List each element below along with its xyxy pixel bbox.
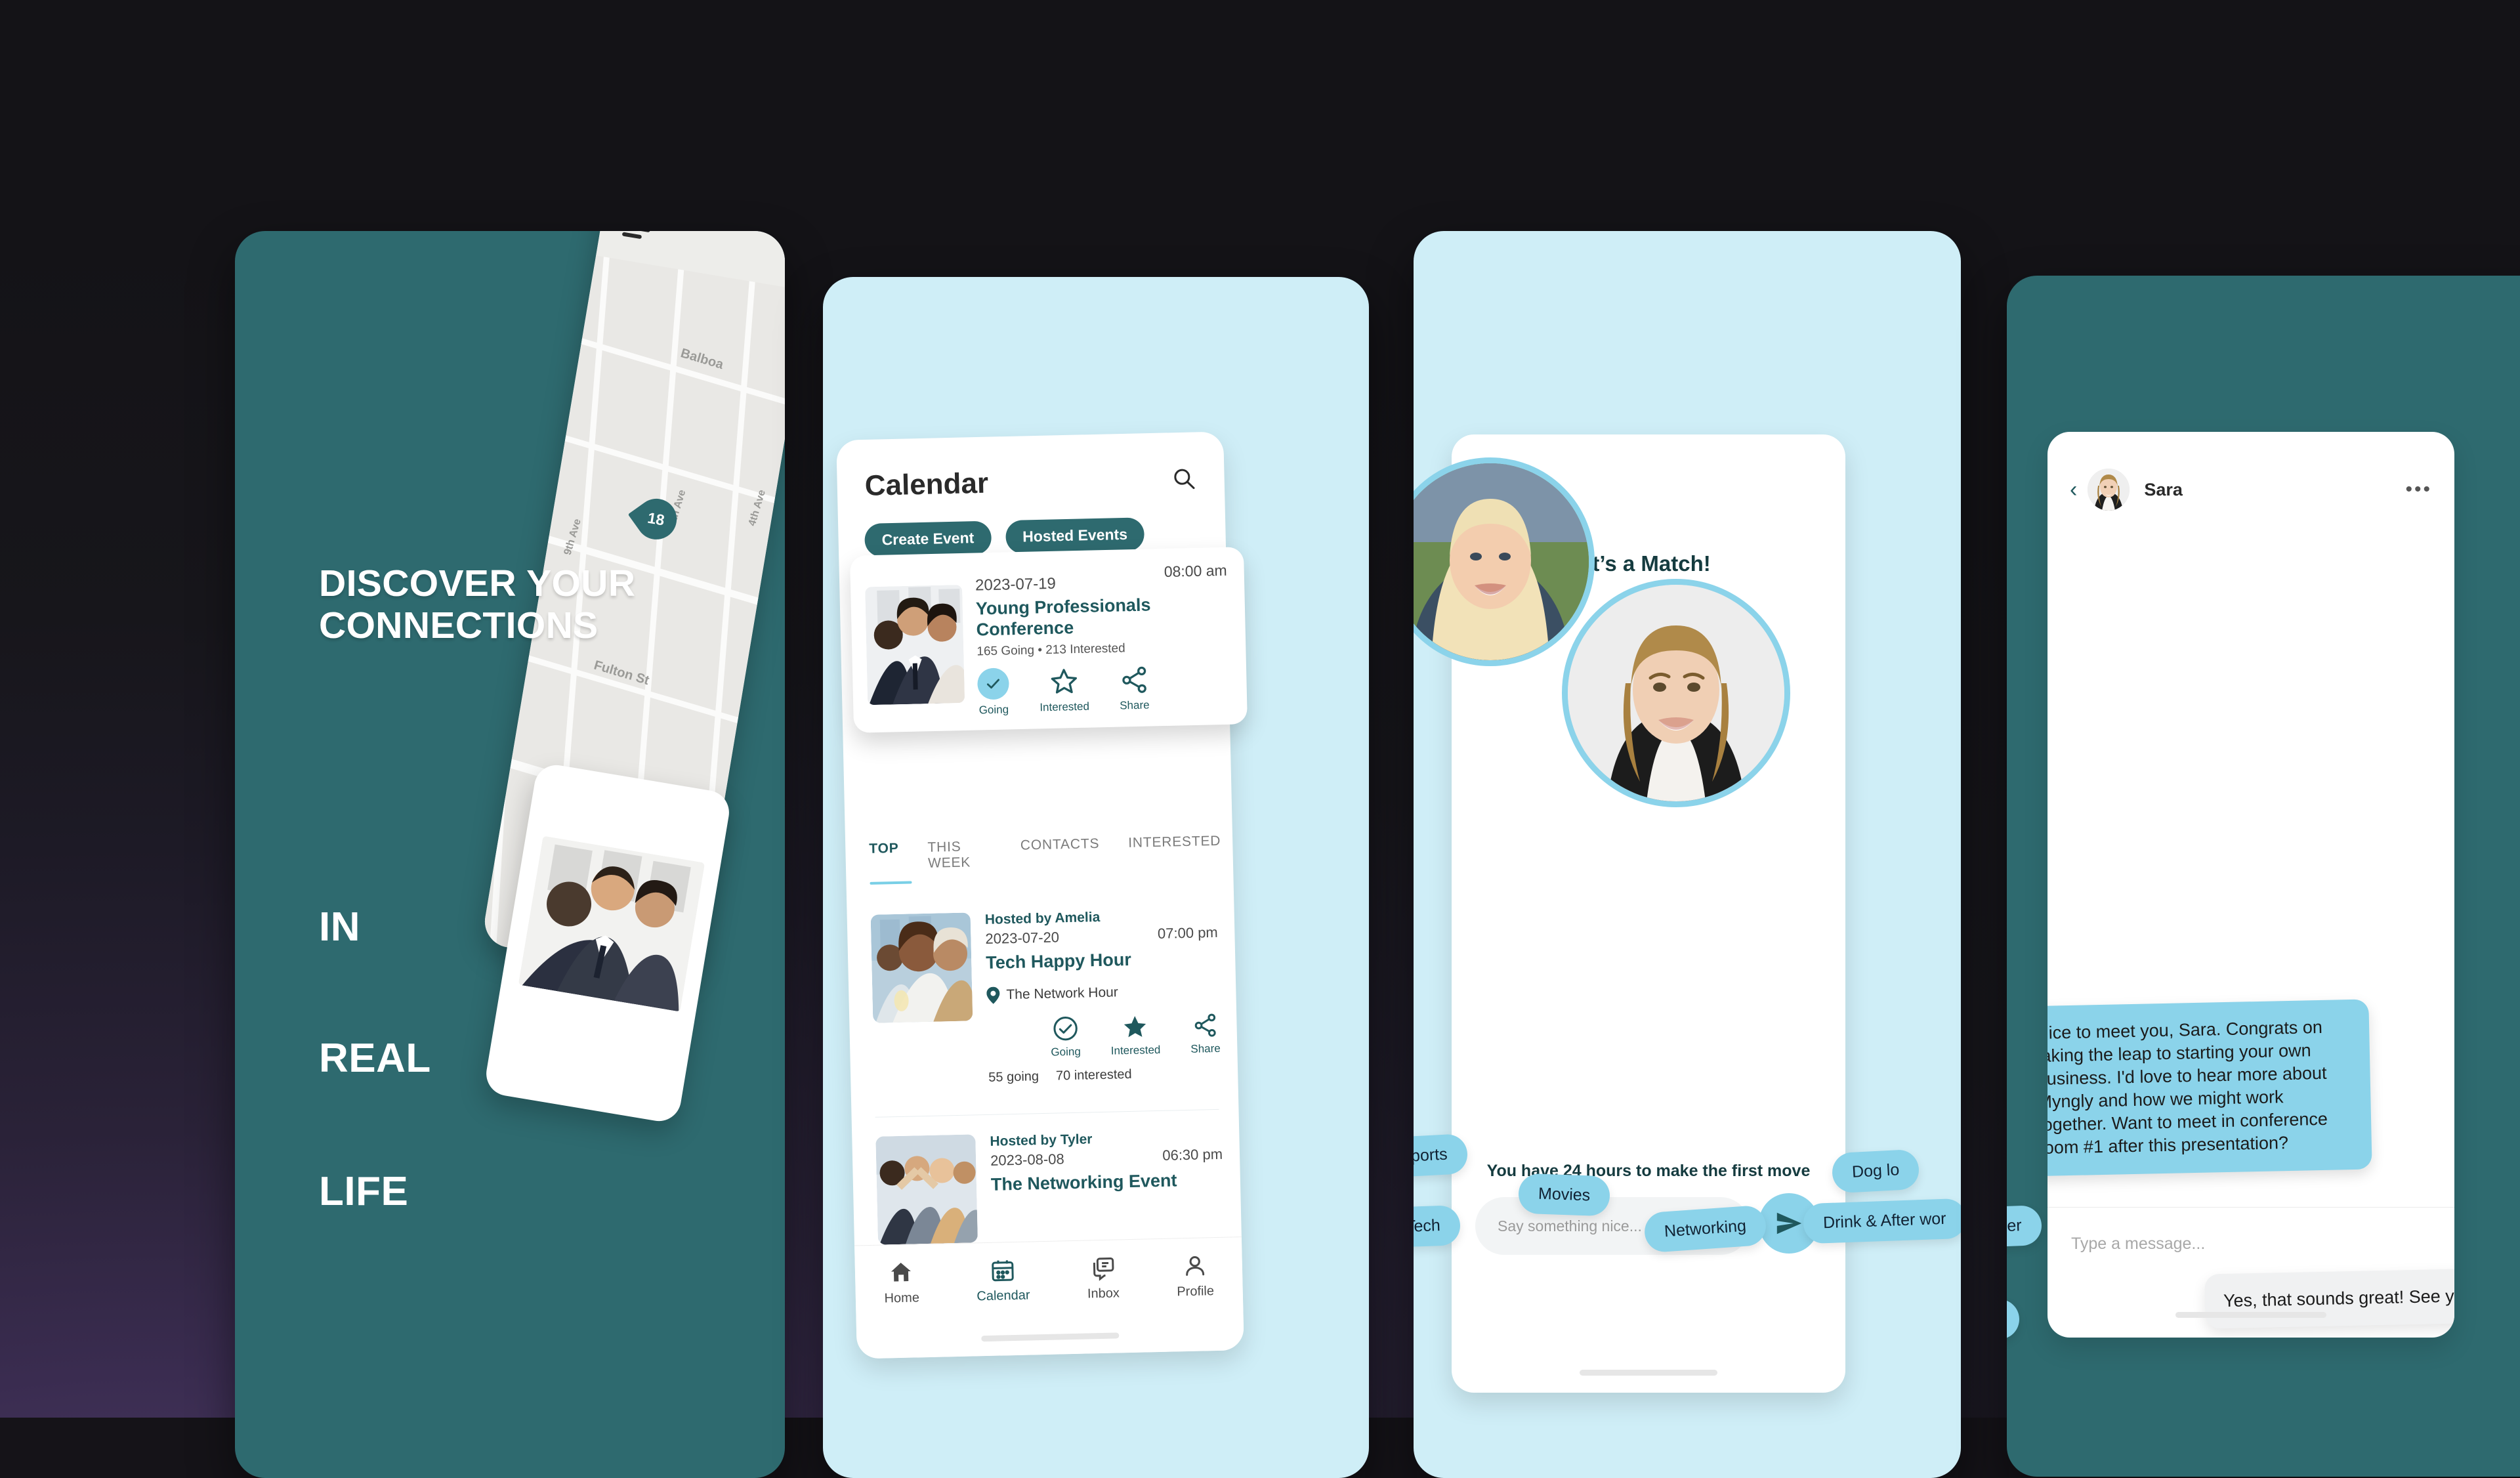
interest-tag[interactable]: over <box>2007 1205 2042 1248</box>
interest-tag[interactable]: Dog lo <box>1831 1149 1920 1194</box>
going-action[interactable]: Going <box>977 667 1010 717</box>
event-title: The Networking Event <box>991 1170 1224 1196</box>
event-tabs: TOP THIS WEEK CONTACTS INTERESTED <box>869 834 1221 885</box>
chat-screen: ‹ Sara ••• <box>2048 432 2454 1338</box>
event-thumbnail <box>871 912 973 1023</box>
nav-profile[interactable]: Profile <box>1176 1252 1214 1299</box>
bottom-navigation: Home Calendar Inbox Profile <box>854 1236 1244 1359</box>
chat-bubble-incoming: Nice to meet you, Sara. Congrats on taki… <box>2048 999 2372 1176</box>
event-title: Tech Happy Hour <box>986 948 1219 974</box>
tagline-word-real: REAL <box>319 1035 431 1082</box>
nav-calendar[interactable]: Calendar <box>976 1257 1030 1305</box>
featured-event-card[interactable]: 2023-07-19 08:00 am Young Professionals … <box>850 547 1248 733</box>
interested-count: 70 interested <box>1056 1067 1132 1084</box>
action-label: Going <box>1051 1045 1081 1059</box>
going-count: 55 going <box>988 1069 1039 1086</box>
interest-tag[interactable]: Networking <box>1643 1205 1767 1254</box>
message-input[interactable]: Type a message... <box>2048 1207 2454 1280</box>
event-details: Hosted by Tyler 2023-08-08 06:30 pm The … <box>990 1129 1225 1242</box>
first-move-text: You have 24 hours to make the first move <box>1452 1162 1845 1181</box>
poster-background: Balboa 9th Ave 5th Ave 4th Ave Fulton St… <box>0 0 2520 1418</box>
event-details: Hosted by Amelia 2023-07-20 07:00 pm Tec… <box>985 907 1221 1061</box>
home-indicator <box>981 1332 1119 1341</box>
action-label: Share <box>1190 1042 1221 1056</box>
location-name: The Network Hour <box>1006 984 1118 1003</box>
chevron-left-icon[interactable]: ‹ <box>2070 478 2077 501</box>
panel-chat: MATCH & CHAT ‹ <box>2007 276 2520 1477</box>
event-date: 2023-07-19 <box>975 575 1056 595</box>
interest-tag[interactable]: Movies <box>1518 1173 1610 1217</box>
avatar-match-other <box>1562 579 1790 807</box>
event-list-item[interactable]: Hosted by Tyler 2023-08-08 06:30 pm The … <box>875 1129 1225 1245</box>
nav-label: Inbox <box>1087 1286 1120 1301</box>
contact-name: Sara <box>2144 480 2183 500</box>
going-check-icon <box>977 667 1009 700</box>
tab-contacts[interactable]: CONTACTS <box>1020 836 1101 881</box>
event-location: The Network Hour <box>986 982 1219 1004</box>
interested-action[interactable]: Interested <box>1110 1013 1161 1058</box>
event-thumbnail <box>875 1134 978 1244</box>
event-thumbnail <box>865 585 965 705</box>
panel-calendar: IN THE FUTURE Calendar Create Event Host… <box>823 277 1369 1478</box>
headline-line-2: CONNECTIONS <box>319 604 598 646</box>
chat-header: ‹ Sara ••• <box>2048 459 2454 520</box>
tagline-word-life: LIFE <box>319 1168 408 1215</box>
tab-interested[interactable]: INTERESTED <box>1128 834 1221 879</box>
event-photo <box>518 836 705 1012</box>
nav-label: Profile <box>1177 1284 1214 1299</box>
action-label: Share <box>1120 699 1150 713</box>
event-counts: 55 going 70 interested <box>988 1067 1132 1086</box>
interest-tag[interactable]: Drink & After wor <box>1803 1198 1961 1244</box>
home-indicator <box>2175 1312 2326 1318</box>
action-label: Interested <box>1040 700 1089 715</box>
panel-headline: DISCOVER YOUR CONNECTIONS <box>319 563 739 647</box>
event-time: 06:30 pm <box>1162 1146 1223 1164</box>
event-title: Young Professionals Conference <box>976 594 1193 641</box>
home-indicator <box>1580 1370 1717 1376</box>
going-action[interactable]: Going <box>1050 1015 1081 1059</box>
tab-this-week[interactable]: THIS WEEK <box>927 839 992 883</box>
headline-line-1: DISCOVER YOUR <box>319 562 635 604</box>
event-meta: 165 Going • 213 Interested <box>976 641 1125 659</box>
nav-label: Calendar <box>976 1288 1030 1305</box>
interest-tag[interactable]: rk <box>2007 1299 2020 1341</box>
panel-match: EXPAND YOUR NETWORK It’s a Match! You ha… <box>1414 231 1961 1478</box>
page-title: Calendar <box>864 467 988 503</box>
event-actions: Going Interested Share <box>977 665 1150 717</box>
tagline-word-in: IN <box>319 904 360 950</box>
menu-lines-icon[interactable] <box>621 231 659 245</box>
search-icon[interactable] <box>1171 466 1196 490</box>
event-actions: Going Interested Share <box>1050 1012 1221 1059</box>
event-time: 08:00 am <box>1164 562 1227 581</box>
share-action[interactable]: Share <box>1119 665 1150 714</box>
event-list-item[interactable]: Hosted by Amelia 2023-07-20 07:00 pm Tec… <box>871 907 1221 1063</box>
hosted-events-button[interactable]: Hosted Events <box>1005 517 1145 554</box>
event-time: 07:00 pm <box>1158 924 1218 942</box>
create-event-button[interactable]: Create Event <box>864 521 992 557</box>
location-pin-icon <box>986 986 1000 1003</box>
nav-inbox[interactable]: Inbox <box>1087 1254 1120 1301</box>
action-label: Going <box>978 703 1009 717</box>
map-pin-count: 18 <box>646 509 666 530</box>
share-action[interactable]: Share <box>1190 1012 1221 1056</box>
interested-action[interactable]: Interested <box>1039 666 1089 716</box>
nav-home[interactable]: Home <box>883 1259 919 1306</box>
divider <box>875 1109 1219 1118</box>
avatar <box>2088 469 2130 511</box>
panel-discover: Balboa 9th Ave 5th Ave 4th Ave Fulton St… <box>235 231 785 1478</box>
nav-label: Home <box>884 1290 919 1306</box>
action-label: Interested <box>1111 1044 1161 1058</box>
more-horizontal-icon[interactable]: ••• <box>2405 478 2432 501</box>
tab-top[interactable]: TOP <box>869 841 900 885</box>
